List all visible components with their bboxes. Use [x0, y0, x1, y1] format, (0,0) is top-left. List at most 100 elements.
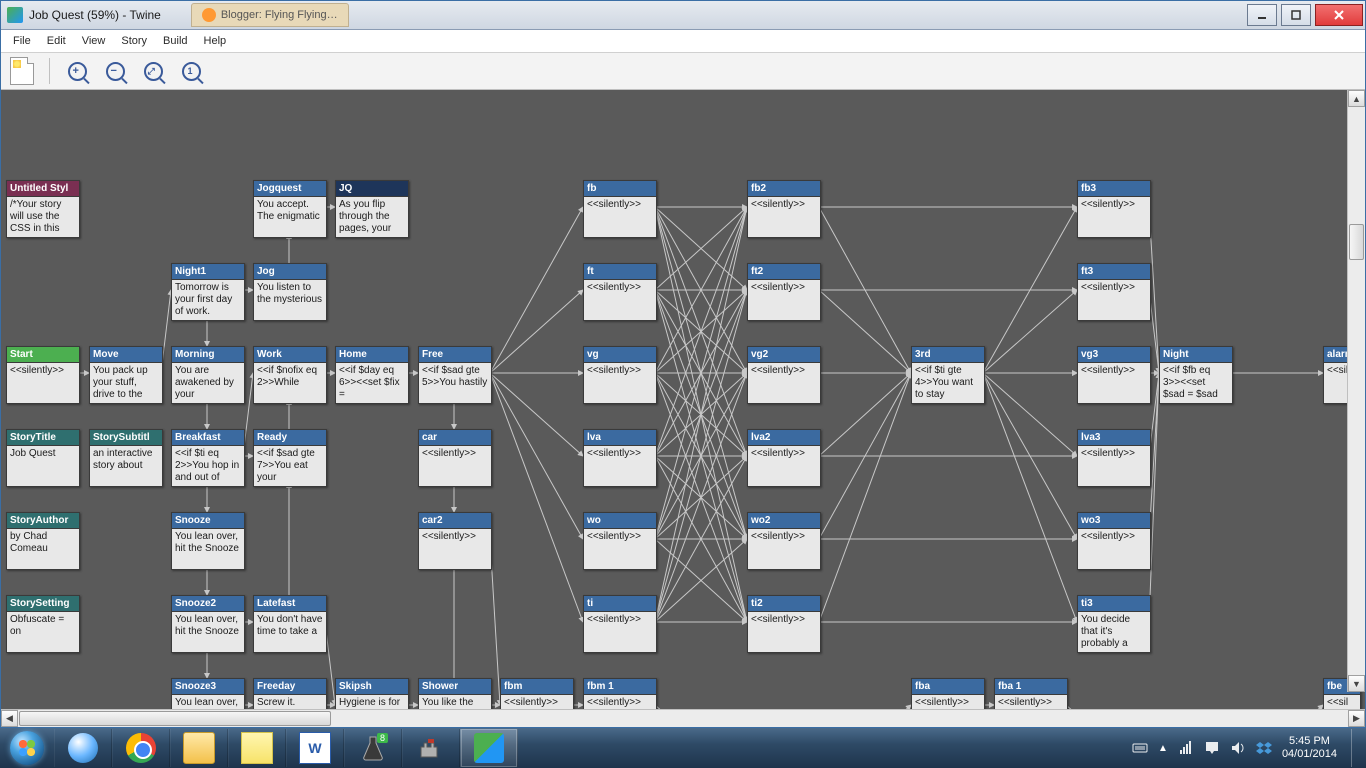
menu-help[interactable]: Help — [196, 33, 235, 49]
hscroll-track[interactable] — [18, 710, 1348, 727]
passage-ready[interactable]: Ready<<if $sad gte 7>>You eat your — [253, 429, 327, 487]
passage-work[interactable]: Work<<if $nofix eq 2>>While — [253, 346, 327, 404]
taskbar[interactable]: W 8 ▲ 5:45 PM 04/01/2014 — [0, 728, 1366, 768]
taskbar-itunes[interactable] — [54, 729, 112, 767]
passage-move[interactable]: MoveYou pack up your stuff, drive to the — [89, 346, 163, 404]
passage-ti2[interactable]: ti2<<silently>> — [747, 595, 821, 653]
passage-start[interactable]: Start<<silently>> — [6, 346, 80, 404]
passage-lva3[interactable]: lva3<<silently>> — [1077, 429, 1151, 487]
passage-breakfast[interactable]: Breakfast<<if $ti eq 2>>You hop in and o… — [171, 429, 245, 487]
wifi-icon[interactable] — [1178, 740, 1194, 756]
passage-night[interactable]: Night<<if $fb eq 3>><<set $sad = $sad — [1159, 346, 1233, 404]
passage-jog[interactable]: JogYou listen to the mysterious — [253, 263, 327, 321]
passage-car2[interactable]: car2<<silently>> — [418, 512, 492, 570]
passage-storysubtitle[interactable]: StorySubtitlan interactive story about — [89, 429, 163, 487]
passage-morning[interactable]: MorningYou are awakened by your — [171, 346, 245, 404]
vertical-scrollbar[interactable]: ▲ ▼ — [1347, 90, 1365, 692]
menu-edit[interactable]: Edit — [39, 33, 74, 49]
passage-wo[interactable]: wo<<silently>> — [583, 512, 657, 570]
taskbar-twine[interactable] — [460, 729, 518, 767]
passage-storysettings[interactable]: StorySettingObfuscate = on — [6, 595, 80, 653]
story-map[interactable]: Untitled Styl/*Your story will use the C… — [1, 90, 1365, 709]
menu-file[interactable]: File — [5, 33, 39, 49]
taskbar-word[interactable]: W — [286, 729, 344, 767]
passage-fba1[interactable]: fba 1<<silently>> — [994, 678, 1068, 709]
scroll-up-icon[interactable]: ▲ — [1348, 90, 1365, 107]
taskbar-stickynotes[interactable] — [228, 729, 286, 767]
passage-ft[interactable]: ft<<silently>> — [583, 263, 657, 321]
zoom-out-button[interactable]: − — [100, 56, 130, 86]
volume-icon[interactable] — [1230, 740, 1246, 756]
passage-vg2[interactable]: vg2<<silently>> — [747, 346, 821, 404]
passage-fb[interactable]: fb<<silently>> — [583, 180, 657, 238]
tray-chevron-icon[interactable]: ▲ — [1158, 743, 1168, 754]
taskbar-explorer[interactable] — [170, 729, 228, 767]
menu-view[interactable]: View — [74, 33, 114, 49]
passage-3rd[interactable]: 3rd<<if $ti gte 4>>You want to stay — [911, 346, 985, 404]
passage-lva[interactable]: lva<<silently>> — [583, 429, 657, 487]
passage-storyauthor[interactable]: StoryAuthorby Chad Comeau — [6, 512, 80, 570]
passage-ti3[interactable]: ti3You decide that it's probably a — [1077, 595, 1151, 653]
passage-jq[interactable]: JQAs you flip through the pages, your — [335, 180, 409, 238]
zoom-fit-button[interactable]: ⤢ — [138, 56, 168, 86]
scroll-left-icon[interactable]: ◀ — [1, 710, 18, 727]
passage-vg3[interactable]: vg3<<silently>> — [1077, 346, 1151, 404]
taskbar-app2[interactable] — [402, 729, 460, 767]
minimize-button[interactable] — [1247, 4, 1277, 26]
passage-ti[interactable]: ti<<silently>> — [583, 595, 657, 653]
action-center-icon[interactable] — [1204, 740, 1220, 756]
show-desktop-button[interactable] — [1351, 729, 1360, 767]
system-tray[interactable]: ▲ 5:45 PM 04/01/2014 — [1126, 729, 1366, 767]
passage-styl[interactable]: Untitled Styl/*Your story will use the C… — [6, 180, 80, 238]
passage-shower[interactable]: ShowerYou like the shower, so you take — [418, 678, 492, 709]
passage-snooze3[interactable]: Snooze3You lean over, hit the Snooze — [171, 678, 245, 709]
background-tab[interactable]: Blogger: Flying Flying… — [191, 3, 349, 27]
close-button[interactable] — [1315, 4, 1363, 26]
keyboard-icon[interactable] — [1132, 740, 1148, 756]
passage-fba[interactable]: fba<<silently>> — [911, 678, 985, 709]
passage-vg[interactable]: vg<<silently>> — [583, 346, 657, 404]
passage-night1[interactable]: Night1Tomorrow is your first day of work… — [171, 263, 245, 321]
canvas-viewport[interactable]: Untitled Styl/*Your story will use the C… — [1, 90, 1365, 709]
passage-fbm[interactable]: fbm<<silently>> — [500, 678, 574, 709]
passage-title: fba — [912, 679, 984, 695]
passage-storytitle[interactable]: StoryTitleJob Quest — [6, 429, 80, 487]
horizontal-scrollbar[interactable]: ◀ ▶ — [1, 709, 1365, 727]
passage-ft2[interactable]: ft2<<silently>> — [747, 263, 821, 321]
passage-jogquest[interactable]: JogquestYou accept. The enigmatic — [253, 180, 327, 238]
hscroll-thumb[interactable] — [19, 711, 331, 726]
zoom-100-button[interactable]: 1 — [176, 56, 206, 86]
passage-body: <<silently>> — [1078, 446, 1150, 486]
menu-build[interactable]: Build — [155, 33, 195, 49]
taskbar-app1[interactable]: 8 — [344, 729, 402, 767]
passage-body: <<silently>> — [748, 612, 820, 652]
zoom-in-button[interactable]: + — [62, 56, 92, 86]
passage-freeday[interactable]: FreedayScrew it. You're staying — [253, 678, 327, 709]
new-passage-button[interactable] — [7, 56, 37, 86]
passage-fb3[interactable]: fb3<<silently>> — [1077, 180, 1151, 238]
passage-fbm1[interactable]: fbm 1<<silently>> — [583, 678, 657, 709]
passage-wo2[interactable]: wo2<<silently>> — [747, 512, 821, 570]
passage-home[interactable]: Home<<if $day eq 6>><<set $fix = — [335, 346, 409, 404]
passage-ft3[interactable]: ft3<<silently>> — [1077, 263, 1151, 321]
taskbar-chrome[interactable] — [112, 729, 170, 767]
dropbox-icon[interactable] — [1256, 740, 1272, 756]
passage-snooze[interactable]: SnoozeYou lean over, hit the Snooze — [171, 512, 245, 570]
vscroll-track[interactable] — [1348, 107, 1365, 675]
maximize-button[interactable] — [1281, 4, 1311, 26]
scroll-right-icon[interactable]: ▶ — [1348, 710, 1365, 727]
titlebar[interactable]: Job Quest (59%) - Twine Blogger: Flying … — [1, 1, 1365, 30]
start-button[interactable] — [0, 728, 54, 768]
passage-lva2[interactable]: lva2<<silently>> — [747, 429, 821, 487]
passage-latefast[interactable]: LatefastYou don't have time to take a — [253, 595, 327, 653]
passage-fb2[interactable]: fb2<<silently>> — [747, 180, 821, 238]
passage-free[interactable]: Free<<if $sad gte 5>>You hastily — [418, 346, 492, 404]
clock[interactable]: 5:45 PM 04/01/2014 — [1282, 735, 1337, 761]
passage-car[interactable]: car<<silently>> — [418, 429, 492, 487]
scroll-down-icon[interactable]: ▼ — [1348, 675, 1365, 692]
menu-story[interactable]: Story — [113, 33, 155, 49]
passage-skipsh[interactable]: SkipshHygiene is for chumps. You skip — [335, 678, 409, 709]
passage-wo3[interactable]: wo3<<silently>> — [1077, 512, 1151, 570]
passage-snooze2[interactable]: Snooze2You lean over, hit the Snooze — [171, 595, 245, 653]
vscroll-thumb[interactable] — [1349, 224, 1364, 260]
